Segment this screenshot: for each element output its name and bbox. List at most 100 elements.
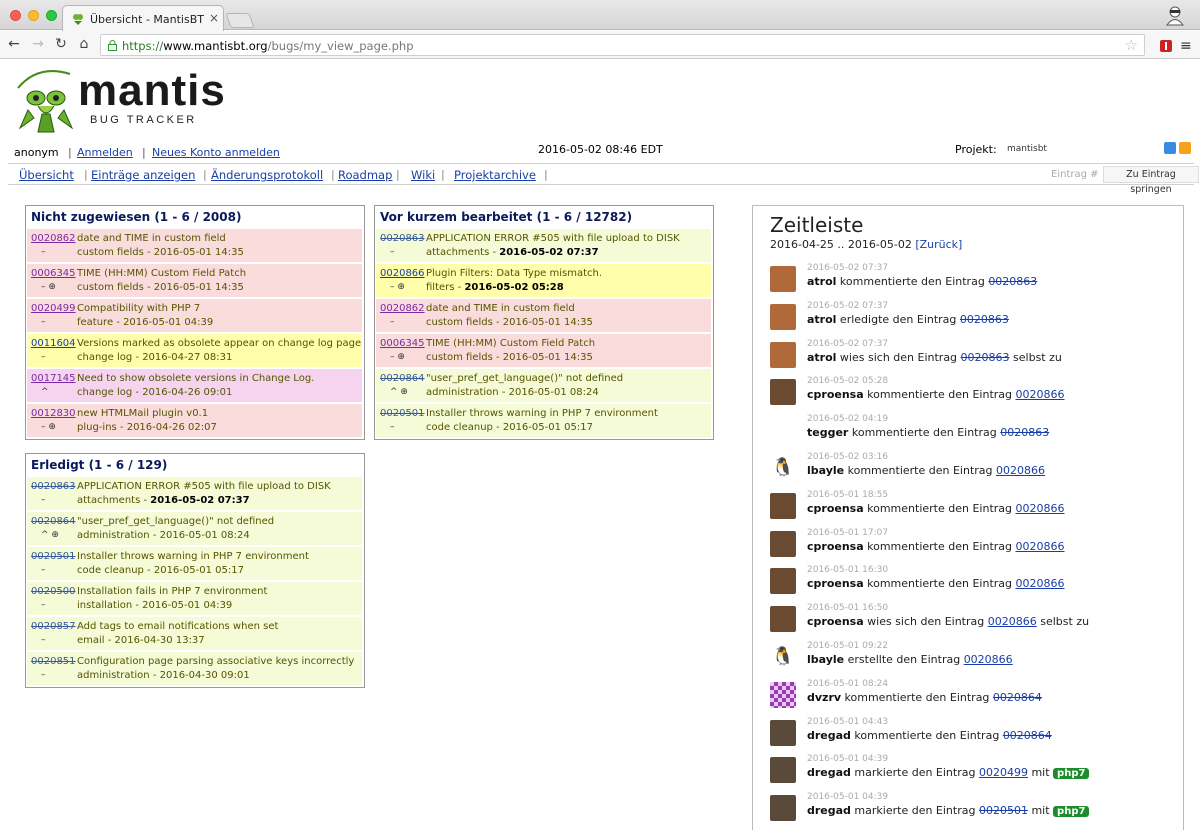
issue-summary[interactable]: Installation fails in PHP 7 environment	[77, 586, 267, 597]
home-icon[interactable]: ⌂	[76, 36, 92, 52]
issue-summary[interactable]: "user_pref_get_language()" not defined	[77, 516, 274, 527]
tab-close-icon[interactable]: ×	[209, 11, 219, 25]
timeline-issue-link[interactable]: 0020866	[996, 464, 1045, 477]
issue-summary[interactable]: APPLICATION ERROR #505 with file upload …	[77, 481, 331, 492]
issue-id-link[interactable]: 0011604	[31, 338, 76, 349]
address-bar[interactable]: https://www.mantisbt.org/bugs/my_view_pa…	[100, 34, 1145, 56]
issue-id-link[interactable]: 0020862	[380, 303, 425, 314]
mantis-logo[interactable]: mantis BUG TRACKER	[8, 66, 225, 134]
menu-wiki[interactable]: Wiki	[411, 168, 435, 182]
issue-summary[interactable]: TIME (HH:MM) Custom Field Patch	[77, 268, 246, 279]
tag-badge[interactable]: php7	[1053, 806, 1090, 818]
close-window-button[interactable]	[10, 10, 21, 21]
timeline-issue-link[interactable]: 0020866	[1016, 540, 1065, 553]
timeline-user[interactable]: lbayle	[807, 653, 844, 666]
timeline-issue-link[interactable]: 0020863	[960, 313, 1009, 326]
issue-summary[interactable]: Compatibility with PHP 7	[77, 303, 200, 314]
timeline-user[interactable]: cproensa	[807, 388, 864, 401]
timeline-user[interactable]: atrol	[807, 351, 836, 364]
timeline-back-link[interactable]: [Zurück]	[915, 238, 962, 251]
timeline-user[interactable]: cproensa	[807, 615, 864, 628]
timeline-issue-link[interactable]: 0020864	[993, 691, 1042, 704]
bookmark-star-icon[interactable]: ☆	[1125, 36, 1138, 54]
refresh-project-icon[interactable]	[1164, 142, 1176, 154]
timeline-issue-link[interactable]: 0020863	[961, 351, 1010, 364]
timeline-user[interactable]: atrol	[807, 313, 836, 326]
issue-id-link[interactable]: 0020863	[31, 481, 76, 492]
issue-summary[interactable]: "user_pref_get_language()" not defined	[426, 373, 623, 384]
timeline-issue-link[interactable]: 0020501	[979, 804, 1028, 817]
issue-summary[interactable]: Need to show obsolete versions in Change…	[77, 373, 314, 384]
minimize-window-button[interactable]	[28, 10, 39, 21]
project-select[interactable]: mantisbt	[1004, 142, 1154, 157]
timeline-issue-link[interactable]: 0020866	[964, 653, 1013, 666]
timeline-user[interactable]: cproensa	[807, 577, 864, 590]
menu-view-issues[interactable]: Einträge anzeigen	[91, 168, 195, 182]
issue-id-link[interactable]: 0020863	[380, 233, 425, 244]
timeline-issue-link[interactable]: 0020866	[1016, 577, 1065, 590]
menu-project-archive[interactable]: Projektarchive	[454, 168, 536, 182]
issue-summary[interactable]: date and TIME in custom field	[426, 303, 575, 314]
timeline-issue-link[interactable]: 0020863	[988, 275, 1037, 288]
timeline-issue-link[interactable]: 0020499	[979, 766, 1028, 779]
issue-id-link[interactable]: 0020851	[31, 656, 76, 667]
jump-issue-input[interactable]: Eintrag #	[1051, 169, 1099, 180]
issue-id-link[interactable]: 0020866	[380, 268, 425, 279]
timeline-issue-link[interactable]: 0020866	[1016, 388, 1065, 401]
issue-id-link[interactable]: 0020501	[31, 551, 76, 562]
issue-summary[interactable]: Versions marked as obsolete appear on ch…	[77, 338, 361, 349]
login-link[interactable]: Anmelden	[77, 146, 133, 159]
timeline-user[interactable]: tegger	[807, 426, 848, 439]
issue-id-link[interactable]: 0020501	[380, 408, 425, 419]
rss-icon[interactable]	[1179, 142, 1191, 154]
issue-summary[interactable]: Installer throws warning in PHP 7 enviro…	[77, 551, 309, 562]
tag-badge[interactable]: php7	[1053, 768, 1090, 780]
signup-link[interactable]: Neues Konto anmelden	[152, 146, 280, 159]
timeline-user[interactable]: cproensa	[807, 540, 864, 553]
issue-summary[interactable]: Add tags to email notifications when set	[77, 621, 278, 632]
back-arrow-icon[interactable]: ←	[6, 36, 22, 52]
issue-id-link[interactable]: 0006345	[380, 338, 425, 349]
timeline-user[interactable]: dregad	[807, 729, 851, 742]
timeline-verb: kommentierte den Eintrag	[848, 426, 1001, 440]
menu-overview[interactable]: Übersicht	[19, 168, 74, 182]
issue-summary[interactable]: Installer throws warning in PHP 7 enviro…	[426, 408, 658, 419]
timeline-issue-link[interactable]: 0020866	[1016, 502, 1065, 515]
extension-icon[interactable]	[1160, 40, 1172, 52]
issue-id-link[interactable]: 0020857	[31, 621, 76, 632]
issue-id-link[interactable]: 0020500	[31, 586, 76, 597]
timeline-user[interactable]: lbayle	[807, 464, 844, 477]
zoom-window-button[interactable]	[46, 10, 57, 21]
reload-icon[interactable]: ↻	[53, 36, 69, 52]
timeline-user[interactable]: atrol	[807, 275, 836, 288]
timeline-user[interactable]: cproensa	[807, 502, 864, 515]
timeline-user[interactable]: dregad	[807, 766, 851, 779]
browser-menu-icon[interactable]: ≡	[1180, 38, 1192, 54]
issue-id-link[interactable]: 0020499	[31, 303, 76, 314]
menu-roadmap[interactable]: Roadmap	[338, 168, 392, 182]
issue-id-link[interactable]: 0012830	[31, 408, 76, 419]
priority-icon: – ⊕	[390, 282, 405, 292]
issue-id-link[interactable]: 0020864	[380, 373, 425, 384]
timeline-user[interactable]: dregad	[807, 804, 851, 817]
timeline-issue-link[interactable]: 0020864	[1003, 729, 1052, 742]
issue-id-link[interactable]: 0006345	[31, 268, 76, 279]
timeline-issue-link[interactable]: 0020866	[988, 615, 1037, 628]
issue-summary[interactable]: Configuration page parsing associative k…	[77, 656, 354, 667]
issue-summary[interactable]: new HTMLMail plugin v0.1	[77, 408, 208, 419]
new-tab-button[interactable]	[225, 13, 255, 28]
timeline-issue-link[interactable]: 0020863	[1000, 426, 1049, 439]
issue-summary[interactable]: TIME (HH:MM) Custom Field Patch	[426, 338, 595, 349]
issue-id-link[interactable]: 0020862	[31, 233, 76, 244]
forward-arrow-icon[interactable]: →	[30, 36, 46, 52]
browser-tab[interactable]: Übersicht - MantisBT ×	[62, 5, 224, 31]
issue-id-link[interactable]: 0020864	[31, 516, 76, 527]
issue-id-link[interactable]: 0017145	[31, 373, 76, 384]
profile-icon[interactable]	[1164, 4, 1186, 26]
jump-to-issue-button[interactable]: Zu Eintrag springen	[1103, 166, 1199, 195]
issue-summary[interactable]: date and TIME in custom field	[77, 233, 226, 244]
issue-summary[interactable]: APPLICATION ERROR #505 with file upload …	[426, 233, 680, 244]
issue-summary[interactable]: Plugin Filters: Data Type mismatch.	[426, 268, 602, 279]
timeline-user[interactable]: dvzrv	[807, 691, 841, 704]
menu-changelog[interactable]: Änderungsprotokoll	[211, 168, 323, 182]
